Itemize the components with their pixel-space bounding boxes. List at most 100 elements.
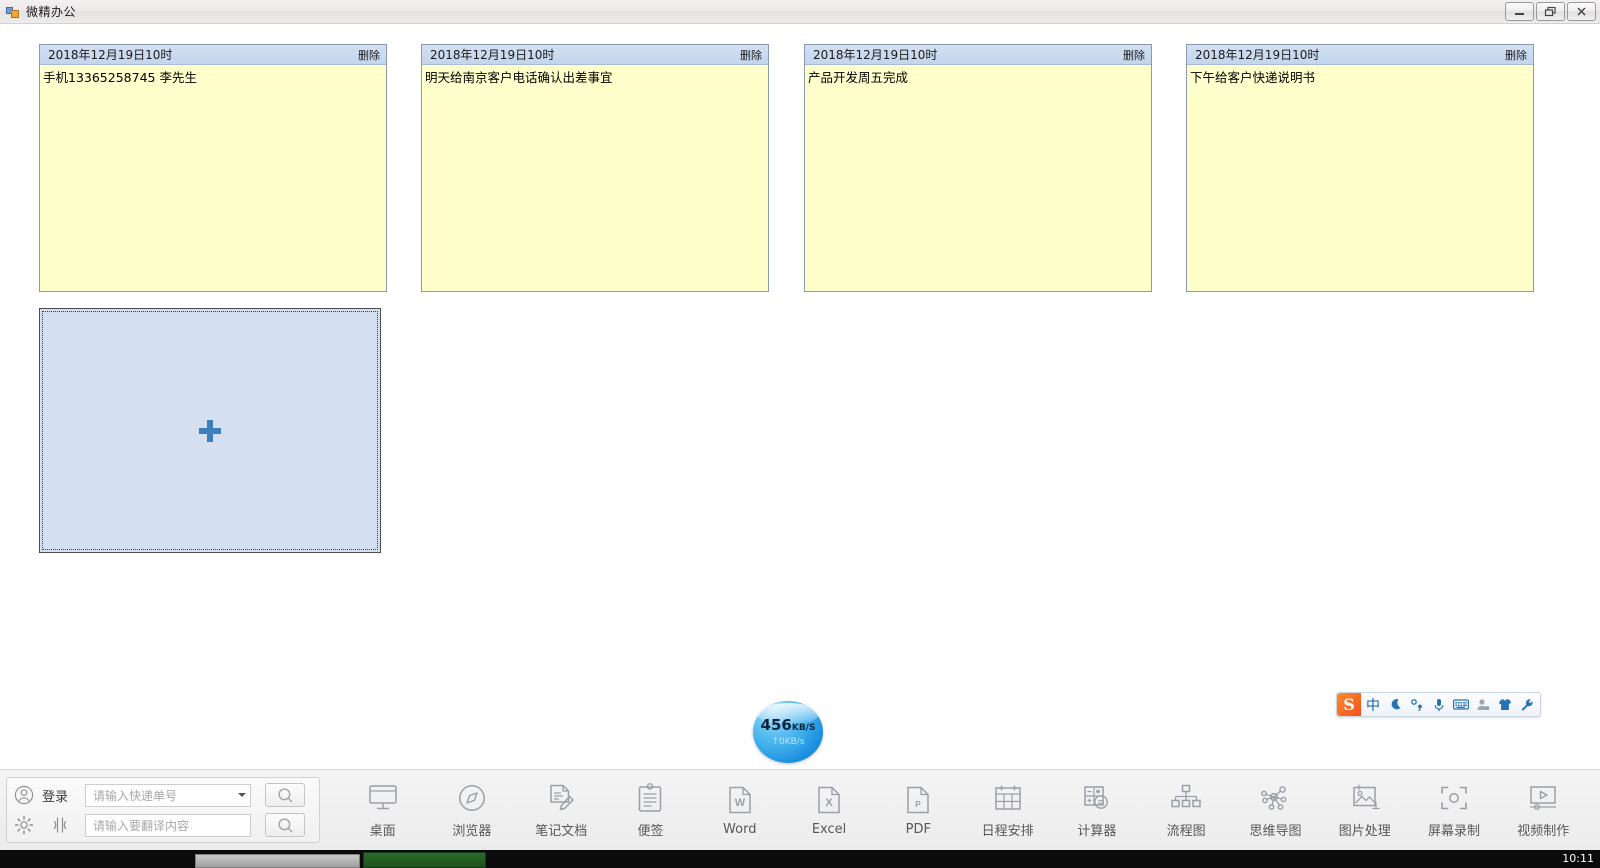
dock-item-desktop[interactable]: 桌面 [339, 773, 427, 847]
close-button[interactable] [1567, 2, 1596, 21]
dock-item-flowchart[interactable]: 流程图 [1142, 773, 1230, 847]
dock-item-browser[interactable]: 浏览器 [428, 773, 516, 847]
dock-item-calculator[interactable]: 计算器 [1053, 773, 1141, 847]
express-search-button[interactable] [265, 783, 305, 807]
note-header: 2018年12月19日10时 删除 [422, 45, 768, 65]
sogou-punctuation-icon[interactable] [1407, 694, 1427, 716]
taskbar-item[interactable] [195, 854, 360, 868]
express-input[interactable]: 请输入快递单号 [85, 783, 251, 807]
window-title-bar: 微精办公 [0, 0, 1600, 24]
note-pencil-icon [544, 782, 578, 814]
dock-item-notes-doc[interactable]: 笔记文档 [517, 773, 605, 847]
dock-item-word[interactable]: W Word [696, 773, 784, 847]
notes-canvas: 2018年12月19日10时 删除 手机13365258745 李先生 2018… [0, 24, 1600, 769]
app-window-icon [5, 4, 21, 20]
note-header: 2018年12月19日10时 删除 [805, 45, 1151, 65]
minimize-button[interactable] [1505, 2, 1534, 21]
dock-item-label: 屏幕录制 [1428, 823, 1481, 839]
note-card[interactable]: 2018年12月19日10时 删除 下午给客户快递说明书 [1186, 44, 1534, 292]
calendar-icon [991, 782, 1025, 814]
sogou-moon-icon[interactable] [1385, 694, 1405, 716]
dock-shortcuts: 桌面 浏览器 笔记文档 便签 W Word X Excel P PDF 日程安排… [320, 770, 1600, 851]
sogou-microphone-icon[interactable] [1429, 694, 1449, 716]
gear-icon[interactable] [13, 814, 35, 836]
network-speed-widget[interactable]: 456KB/S ↑0KB/s [753, 701, 823, 763]
note-delete-button[interactable]: 删除 [358, 47, 380, 63]
sogou-ime-toolbar[interactable]: S 中 [1336, 692, 1541, 717]
dock-item-image-edit[interactable]: 图片处理 [1321, 773, 1409, 847]
note-delete-button[interactable]: 删除 [1123, 47, 1145, 63]
sogou-mode-chinese[interactable]: 中 [1363, 694, 1383, 716]
note-card[interactable]: 2018年12月19日10时 删除 明天给南京客户电话确认出差事宜 [421, 44, 769, 292]
dock-item-mindmap[interactable]: 思维导图 [1231, 773, 1319, 847]
sogou-user-icon[interactable] [1473, 694, 1493, 716]
dock-item-label: 图片处理 [1338, 823, 1391, 839]
user-circle-icon[interactable] [13, 784, 35, 806]
download-speed: 456KB/S [753, 717, 823, 736]
taskbar-clock[interactable]: 10:11 [1562, 851, 1594, 867]
svg-text:X: X [825, 797, 833, 809]
chevron-down-icon[interactable] [238, 793, 246, 797]
note-date: 2018年12月19日10时 [1195, 48, 1320, 62]
calculator-icon [1080, 782, 1114, 814]
image-icon [1348, 782, 1382, 814]
dock-item-excel[interactable]: X Excel [785, 773, 873, 847]
login-button[interactable]: 登录 [42, 786, 78, 805]
dock-item-label: 流程图 [1166, 823, 1206, 839]
dock-item-video-maker[interactable]: 视频制作 [1499, 773, 1587, 847]
translate-input[interactable]: 请输入要翻译内容 [85, 813, 251, 837]
dock-item-pdf[interactable]: P PDF [874, 773, 962, 847]
dock-item-label: 思维导图 [1249, 823, 1302, 839]
taskbar-start-area[interactable] [0, 850, 195, 868]
svg-text:W: W [735, 797, 746, 809]
taskbar-item[interactable] [363, 852, 486, 868]
dock-item-sticky-note[interactable]: 便签 [606, 773, 694, 847]
dock-item-label: 视频制作 [1517, 823, 1570, 839]
dock-item-schedule[interactable]: 日程安排 [964, 773, 1052, 847]
translate-search-button[interactable] [265, 813, 305, 837]
os-taskbar: 10:11 [0, 850, 1600, 868]
monitor-icon [366, 782, 400, 814]
dock-item-label: 计算器 [1077, 823, 1117, 839]
clipboard-icon [633, 782, 667, 814]
window-title: 微精办公 [26, 5, 77, 19]
dock-item-label: Excel [811, 821, 847, 837]
svg-text:P: P [915, 799, 921, 809]
note-body[interactable]: 明天给南京客户电话确认出差事宜 [422, 65, 768, 291]
dock-item-label: PDF [905, 821, 931, 837]
excel-icon: X [812, 784, 846, 816]
mindmap-icon [1258, 782, 1292, 814]
dock-item-screen-record[interactable]: 屏幕录制 [1410, 773, 1498, 847]
download-speed-value: 456 [760, 716, 792, 734]
add-note-card[interactable] [39, 308, 381, 553]
dock-item-label: 笔记文档 [535, 823, 588, 839]
note-date: 2018年12月19日10时 [430, 48, 555, 62]
note-delete-button[interactable]: 删除 [740, 47, 762, 63]
window-controls [1505, 2, 1596, 21]
sogou-skin-icon[interactable] [1495, 694, 1515, 716]
dock-item-label: Word [723, 821, 757, 837]
network-speed-text: 456KB/S ↑0KB/s [753, 717, 823, 749]
note-delete-button[interactable]: 删除 [1505, 47, 1527, 63]
translate-row: 请输入要翻译内容 [13, 812, 313, 838]
flowchart-icon [1169, 782, 1203, 814]
sogou-logo-icon[interactable]: S [1337, 693, 1361, 716]
translate-icon[interactable] [42, 815, 78, 835]
video-icon [1526, 782, 1560, 814]
note-body[interactable]: 下午给客户快递说明书 [1187, 65, 1533, 291]
sogou-keyboard-icon[interactable] [1451, 694, 1471, 716]
word-icon: W [723, 784, 757, 816]
note-header: 2018年12月19日10时 删除 [40, 45, 386, 65]
note-card[interactable]: 2018年12月19日10时 删除 手机13365258745 李先生 [39, 44, 387, 292]
note-date: 2018年12月19日10时 [813, 48, 938, 62]
sogou-toolbox-icon[interactable] [1517, 694, 1537, 716]
download-speed-unit: KB/S [791, 723, 816, 733]
note-card[interactable]: 2018年12月19日10时 删除 产品开发周五完成 [804, 44, 1152, 292]
dock-item-label: 浏览器 [452, 823, 492, 839]
note-body[interactable]: 手机13365258745 李先生 [40, 65, 386, 291]
note-body[interactable]: 产品开发周五完成 [805, 65, 1151, 291]
restore-button[interactable] [1536, 2, 1565, 21]
express-row: 登录 请输入快递单号 [13, 782, 313, 808]
dock-tools-panel: 登录 请输入快递单号 请输入要翻译内容 [6, 777, 320, 843]
dock-item-label: 便签 [637, 823, 664, 839]
